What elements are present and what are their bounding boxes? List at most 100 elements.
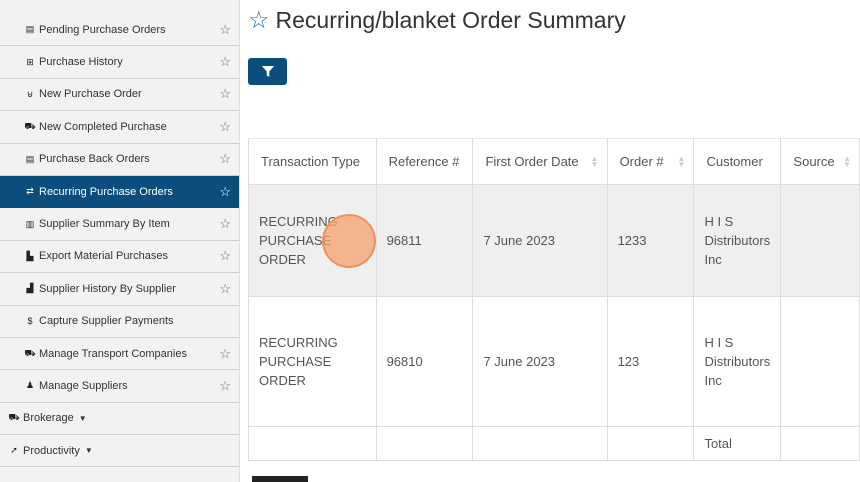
clipboard-icon: ▤ [25,153,35,164]
caret-down-icon: ▼ [84,446,93,456]
first-order-date-cell: 7 June 2023 [472,184,608,297]
favorite-star-icon[interactable]: ☆ [219,378,231,394]
column-header-customer[interactable]: Customer [693,138,782,185]
sidebar-item-purchase-history[interactable]: ⊞ Purchase History ☆ [0,46,239,79]
favorite-star-icon[interactable]: ☆ [248,8,270,33]
chart-icon: ▟ [26,283,34,294]
sidebar-item-export-material-purchases[interactable]: ▙ Export Material Purchases ☆ [0,241,239,274]
order-number-cell: 1233 [606,184,695,297]
sidebar-item-manage-suppliers[interactable]: ♟ Manage Suppliers ☆ [0,370,239,403]
clipboard-icon: ▤ [25,24,35,35]
column-header-label: Source [793,154,835,169]
customer-cell: H I S Distributors Inc [693,296,782,427]
sync-icon: ⇄ [26,186,34,197]
sidebar-item-label: Supplier History By Supplier [39,282,176,295]
users-icon: ♟ [25,380,35,391]
total-empty-cell [780,426,860,461]
cell-line: RECURRING [259,335,338,350]
cell-line: Inc [704,252,722,267]
source-cell [780,184,860,297]
cell-line: PURCHASE [259,354,332,369]
sort-icon: ▲ ▼ [677,153,686,169]
first-order-date-cell: 7 June 2023 [472,296,608,427]
sidebar-item-new-purchase-order[interactable]: ⊎ New Purchase Order ☆ [0,79,239,112]
table-icon: ⊞ [26,56,34,67]
sidebar-item-label: Export Material Purchases [39,250,168,263]
total-empty-cell [606,426,695,461]
sort-icon: ▲ ▼ [590,153,599,169]
favorite-star-icon[interactable]: ☆ [219,216,231,232]
sidebar-item-label: Purchase History [39,56,123,69]
sidebar-section-brokerage[interactable]: ⛟ Brokerage ▼ [0,403,239,436]
click-indicator [322,214,376,268]
sidebar-item-label: New Completed Purchase [39,120,167,133]
total-label: Total [693,426,782,461]
sidebar-item-purchase-back-orders[interactable]: ▤ Purchase Back Orders ☆ [0,144,239,176]
sidebar-item-pending-purchase-orders[interactable]: ▤ Pending Purchase Orders ☆ [0,14,239,47]
sidebar-item-manage-transport-companies[interactable]: ⛟ Manage Transport Companies ☆ [0,338,239,371]
cell-line: H I S [704,335,734,350]
cell-line: ORDER [259,373,306,388]
table-row[interactable]: RECURRING PURCHASE ORDER 96810 7 June 20… [248,296,860,427]
column-header-transaction-type[interactable]: Transaction Type [248,138,377,185]
favorite-star-icon[interactable]: ☆ [219,22,231,38]
sidebar: ▤ Pending Purchase Orders ☆ ⊞ Purchase H… [0,0,240,482]
cell-line: H I S [704,214,734,229]
sidebar-item-label: New Purchase Order [39,88,142,101]
table-total-row: Total [248,426,860,461]
column-header-label: Order # [619,154,664,169]
favorite-star-icon[interactable]: ☆ [219,54,231,70]
cell-line: Distributors [704,354,771,369]
favorite-star-icon[interactable]: ☆ [219,346,231,362]
sidebar-item-capture-supplier-payments[interactable]: $ Capture Supplier Payments [0,306,239,338]
wrench-icon: ➚ [10,445,18,456]
favorite-star-icon[interactable]: ☆ [219,119,231,135]
column-header-reference[interactable]: Reference # [375,138,474,185]
sidebar-item-label: Pending Purchase Orders [39,23,166,36]
sidebar-item-label: Capture Supplier Payments [39,315,174,328]
filter-icon [261,66,274,77]
sidebar-item-new-completed-purchase[interactable]: ⛟ New Completed Purchase ☆ [0,111,239,144]
barcode-icon: ▥ [25,218,35,229]
sidebar-section-productivity[interactable]: ➚ Productivity ▼ [0,435,239,468]
file-export-icon: ▙ [26,250,34,261]
favorite-star-icon[interactable]: ☆ [219,151,231,167]
favorite-star-icon[interactable]: ☆ [219,184,231,200]
column-header-label: First Order Date [485,154,579,169]
total-empty-cell [375,426,474,461]
total-empty-cell [248,426,377,461]
app-window: ▤ Pending Purchase Orders ☆ ⊞ Purchase H… [0,0,860,482]
reference-cell: 96810 [375,296,474,427]
sidebar-item-label: Supplier Summary By Item [39,218,170,231]
truck-icon: ⛟ [24,347,36,358]
cell-line: Distributors [704,233,771,248]
sidebar-item-label: Manage Transport Companies [39,347,187,360]
cell-line: Inc [704,373,722,388]
favorite-star-icon[interactable]: ☆ [219,248,231,264]
table-header-row: Transaction Type Reference # First Order… [248,138,860,185]
per-page-select[interactable] [252,476,308,482]
column-header-first-order-date[interactable]: First Order Date ▲ ▼ [472,138,608,185]
sidebar-item-supplier-history-by-supplier[interactable]: ▟ Supplier History By Supplier ☆ [0,273,239,306]
sidebar-item-recurring-purchase-orders[interactable]: ⇄ Recurring Purchase Orders ☆ [0,175,239,209]
sidebar-top-spacer [0,0,239,14]
transaction-type-cell: RECURRING PURCHASE ORDER [248,296,377,427]
favorite-star-icon[interactable]: ☆ [219,281,231,297]
dollar-icon: $ [27,316,33,327]
sidebar-item-label: Manage Suppliers [39,379,128,392]
filter-button[interactable] [248,58,287,85]
total-empty-cell [472,426,608,461]
truck-icon: ⛟ [8,412,20,423]
sort-icon: ▲ ▼ [843,153,851,169]
truck-icon: ⛟ [24,120,36,131]
column-header-order[interactable]: Order # ▲ ▼ [606,138,695,185]
pagination-footer [248,476,312,482]
reference-cell: 96811 [375,184,474,297]
sidebar-item-supplier-summary-by-item[interactable]: ▥ Supplier Summary By Item ☆ [0,208,239,241]
recurring-order-table: Transaction Type Reference # First Order… [248,138,860,461]
order-number-cell: 123 [606,296,695,427]
sidebar-section-label: Productivity [23,444,80,457]
favorite-star-icon[interactable]: ☆ [219,86,231,102]
column-header-source[interactable]: Source ▲ ▼ [780,138,860,185]
caret-down-icon: ▼ [78,413,87,423]
